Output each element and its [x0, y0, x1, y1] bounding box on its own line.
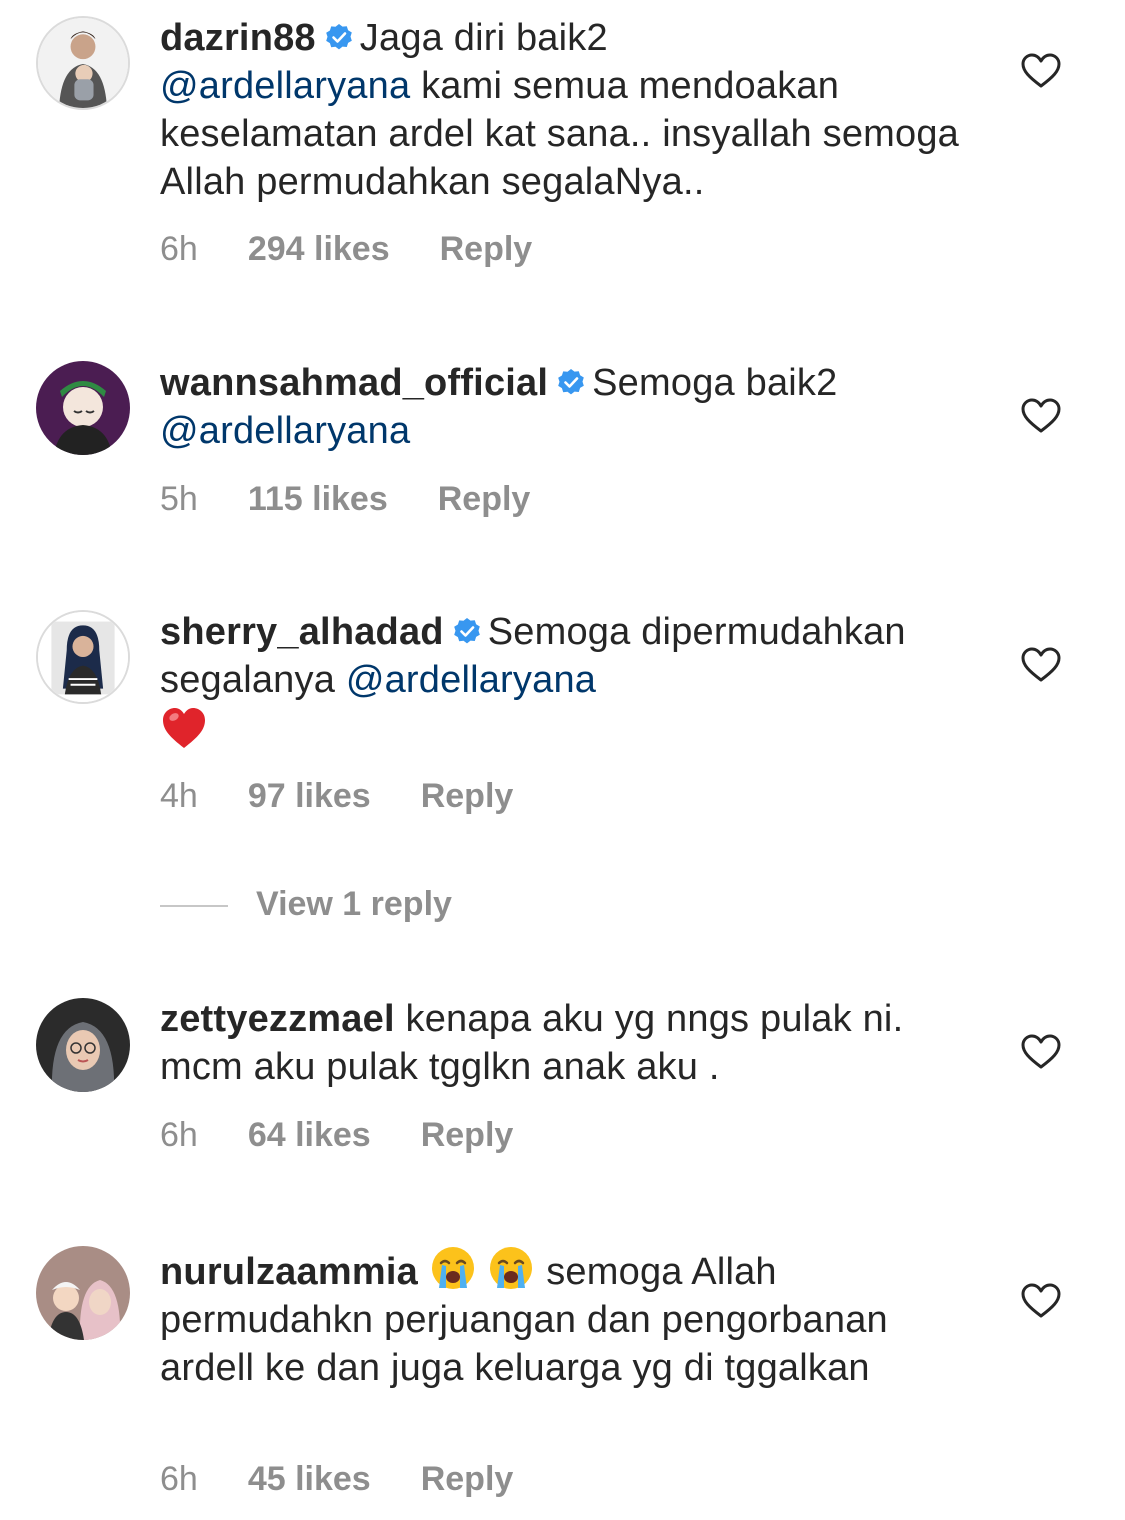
username[interactable]: nurulzaammia — [160, 1251, 418, 1293]
red-heart-emoji-icon — [160, 704, 208, 752]
comment-meta: 6h 45 likes Reply — [160, 1460, 513, 1499]
reply-button[interactable]: Reply — [421, 777, 514, 816]
like-heart-icon[interactable] — [1021, 398, 1061, 434]
view-replies-button[interactable]: View 1 reply — [160, 885, 452, 931]
timestamp[interactable]: 4h — [160, 777, 198, 816]
avatar-woman-hijab-icon — [36, 998, 130, 1092]
username[interactable]: dazrin88 — [160, 17, 316, 59]
comment-text: wannsahmad_official Semoga baik2 @ardella… — [160, 359, 980, 455]
like-heart-icon[interactable] — [1021, 647, 1061, 683]
avatar[interactable] — [36, 1246, 130, 1340]
comment-text-part: Jaga diri baik2 — [359, 17, 608, 59]
likes-count[interactable]: 64 likes — [248, 1116, 371, 1155]
username[interactable]: sherry_alhadad — [160, 611, 444, 653]
likes-count[interactable]: 115 likes — [248, 480, 388, 519]
mention-link[interactable]: @ardellaryana — [160, 410, 410, 452]
likes-count[interactable]: 97 likes — [248, 777, 371, 816]
reply-thread-divider — [160, 905, 228, 908]
like-heart-icon[interactable] — [1021, 1283, 1061, 1319]
likes-count[interactable]: 45 likes — [248, 1460, 371, 1499]
reply-button[interactable]: Reply — [438, 480, 531, 519]
like-heart-icon[interactable] — [1021, 53, 1061, 89]
avatar[interactable] — [36, 16, 130, 110]
username[interactable]: wannsahmad_official — [160, 362, 548, 404]
view-replies-label[interactable]: View 1 reply — [256, 885, 452, 923]
comment-meta: 6h 64 likes Reply — [160, 1116, 513, 1155]
comment-text: dazrin88 Jaga diri baik2 @ardellaryana ka… — [160, 14, 980, 206]
timestamp[interactable]: 6h — [160, 230, 198, 269]
reply-button[interactable]: Reply — [440, 230, 533, 269]
reply-button[interactable]: Reply — [421, 1460, 514, 1499]
avatar-man-with-baby-icon — [38, 18, 128, 108]
verified-badge-icon — [556, 368, 586, 398]
timestamp[interactable]: 6h — [160, 1116, 198, 1155]
comment-text: zettyezzmael kenapa aku yg nngs pulak ni… — [160, 995, 980, 1091]
avatar[interactable] — [36, 998, 130, 1092]
comment-meta: 6h 294 likes Reply — [160, 230, 532, 269]
avatar-cartoon-cap-icon — [36, 361, 130, 455]
comment-meta: 5h 115 likes Reply — [160, 480, 530, 519]
mention-link[interactable]: @ardellaryana — [160, 65, 410, 107]
avatar[interactable] — [36, 361, 130, 455]
comment-text-part: Semoga baik2 — [592, 362, 838, 404]
timestamp[interactable]: 6h — [160, 1460, 198, 1499]
verified-badge-icon — [452, 617, 482, 647]
timestamp[interactable]: 5h — [160, 480, 198, 519]
reply-button[interactable]: Reply — [421, 1116, 514, 1155]
likes-count[interactable]: 294 likes — [248, 230, 390, 269]
comment-text: nurulzaammia semoga Allah permudahkn per… — [160, 1244, 980, 1392]
comment-meta: 4h 97 likes Reply — [160, 777, 513, 816]
mention-link[interactable]: @ardellaryana — [346, 659, 596, 701]
comment-text: sherry_alhadad Semoga dipermudahkan segal… — [160, 608, 980, 756]
avatar[interactable] — [36, 610, 130, 704]
avatar-two-people-icon — [36, 1246, 130, 1340]
loudly-crying-face-emoji-icon — [429, 1244, 477, 1292]
avatar-woman-portrait-icon — [38, 612, 128, 702]
username[interactable]: zettyezzmael — [160, 998, 395, 1040]
like-heart-icon[interactable] — [1021, 1034, 1061, 1070]
verified-badge-icon — [324, 23, 354, 53]
loudly-crying-face-emoji-icon — [487, 1244, 535, 1292]
